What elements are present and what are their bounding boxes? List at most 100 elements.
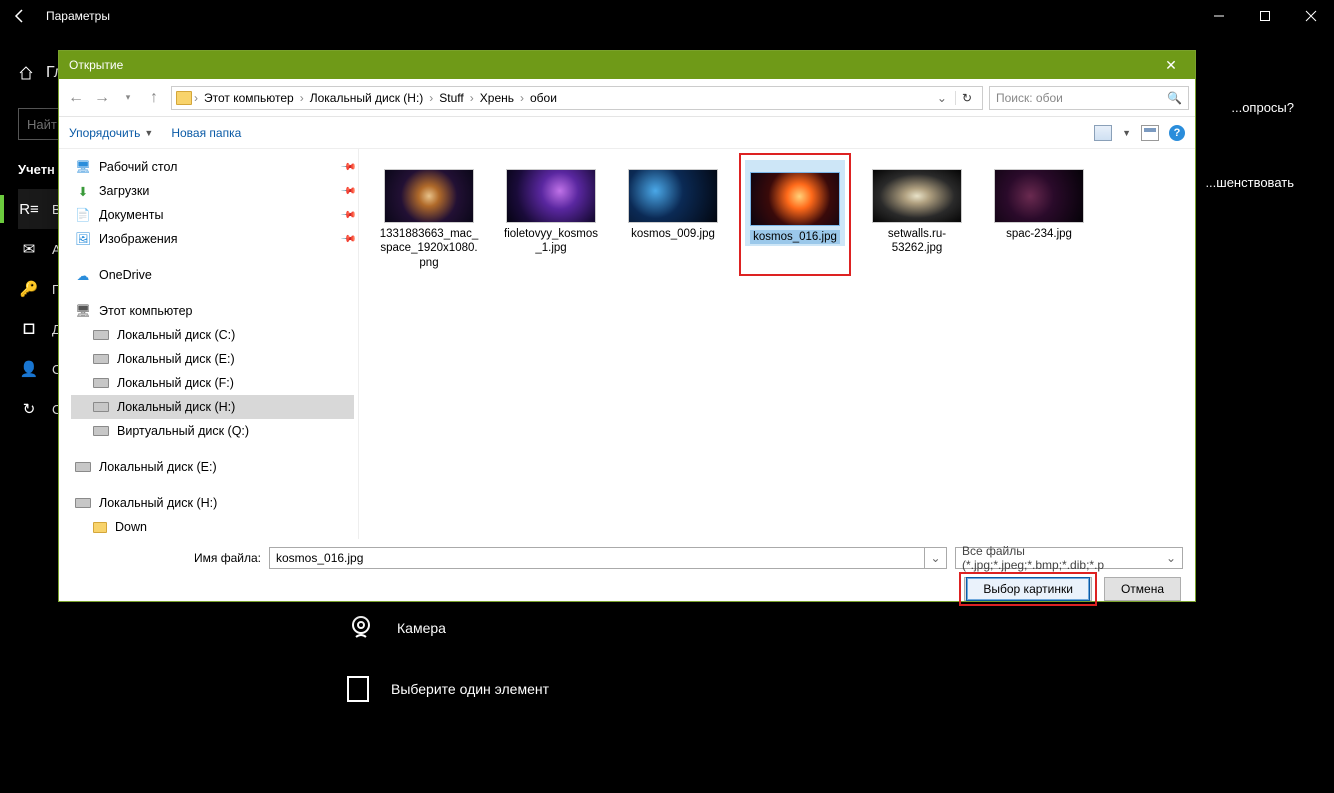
chevron-down-icon: ▼ bbox=[144, 128, 153, 138]
file-name: 1331883663_mac_space_1920x1080.png bbox=[379, 227, 479, 270]
breadcrumb[interactable]: Хрень bbox=[476, 91, 518, 105]
folder-icon bbox=[176, 91, 192, 105]
dialog-titlebar[interactable]: Открытие ✕ bbox=[59, 51, 1195, 79]
tree-item-drive[interactable]: Локальный диск (E:) bbox=[71, 455, 354, 479]
refresh-button[interactable]: ↻ bbox=[955, 91, 978, 105]
tree-item-documents[interactable]: 📄Документы📌 bbox=[71, 203, 354, 227]
tree-label: Локальный диск (E:) bbox=[99, 460, 217, 474]
search-box[interactable]: Поиск: обои 🔍 bbox=[989, 86, 1189, 110]
minimize-button[interactable] bbox=[1196, 0, 1242, 32]
filename-input[interactable] bbox=[269, 547, 925, 569]
improve-link[interactable]: ...шенствовать bbox=[1205, 175, 1294, 190]
dialog-title: Открытие bbox=[69, 58, 123, 72]
tree-item-desktop[interactable]: 🖥Рабочий стол📌 bbox=[71, 155, 354, 179]
open-button[interactable]: Выбор картинки bbox=[966, 577, 1090, 601]
pick-element-label: Выберите один элемент bbox=[391, 681, 549, 697]
home-icon bbox=[18, 65, 34, 81]
breadcrumb[interactable]: обои bbox=[526, 91, 561, 105]
maximize-button[interactable] bbox=[1242, 0, 1288, 32]
pick-element-row[interactable]: Выберите один элемент bbox=[345, 674, 1314, 704]
address-dropdown[interactable]: ⌄ bbox=[931, 91, 953, 105]
address-bar[interactable]: › Этот компьютер › Локальный диск (H:) ›… bbox=[171, 86, 983, 110]
chevron-right-icon[interactable]: › bbox=[194, 91, 198, 105]
drive-icon bbox=[93, 378, 109, 388]
tree-item-downloads[interactable]: ⬇Загрузки📌 bbox=[71, 179, 354, 203]
filetype-select[interactable]: Все файлы (*.jpg;*.jpeg;*.bmp;*.dib;*.p … bbox=[955, 547, 1183, 569]
file-thumbnail bbox=[506, 169, 596, 223]
file-name: setwalls.ru-53262.jpg bbox=[867, 227, 967, 256]
open-button-label: Выбор картинки bbox=[983, 582, 1073, 596]
settings-title: Параметры bbox=[40, 9, 110, 23]
nav-up-button[interactable]: ↑ bbox=[143, 89, 165, 107]
tree-item-drive[interactable]: Локальный диск (H:) bbox=[71, 491, 354, 515]
nav-forward-button[interactable]: → bbox=[91, 89, 113, 107]
tree-item-this-pc[interactable]: 🖥Этот компьютер bbox=[71, 299, 354, 323]
file-item[interactable]: 1331883663_mac_space_1920x1080.png bbox=[379, 159, 479, 270]
file-item[interactable]: kosmos_009.jpg bbox=[623, 159, 723, 270]
chevron-right-icon[interactable]: › bbox=[470, 91, 474, 105]
folder-tree[interactable]: 🖥 Рабочий стол 📌 ⬇Загрузки📌 📄Документы📌 🖼И… bbox=[59, 149, 359, 539]
tree-label: Локальный диск (H:) bbox=[99, 496, 217, 510]
drive-icon bbox=[75, 498, 91, 508]
filetype-label: Все файлы (*.jpg;*.jpeg;*.bmp;*.dib;*.p bbox=[962, 544, 1166, 572]
new-folder-button[interactable]: Новая папка bbox=[171, 126, 241, 140]
file-thumbnail bbox=[872, 169, 962, 223]
file-name: fioletovyy_kosmos_1.jpg bbox=[501, 227, 601, 256]
close-button[interactable] bbox=[1288, 0, 1334, 32]
tree-item-drive[interactable]: Локальный диск (C:) bbox=[71, 323, 354, 347]
filename-field[interactable]: ⌄ bbox=[269, 547, 947, 569]
chevron-right-icon[interactable]: › bbox=[520, 91, 524, 105]
back-button[interactable] bbox=[0, 8, 40, 24]
file-item[interactable]: fioletovyy_kosmos_1.jpg bbox=[501, 159, 601, 270]
tree-label: Down bbox=[115, 520, 147, 534]
tree-item-folder[interactable]: Down bbox=[71, 515, 354, 539]
sync-icon: ↻ bbox=[20, 400, 38, 418]
tree-item-pictures[interactable]: 🖼Изображения📌 bbox=[71, 227, 354, 251]
chevron-down-icon[interactable]: ▼ bbox=[1122, 128, 1131, 138]
tree-label: Рабочий стол bbox=[99, 160, 177, 174]
view-mode-button[interactable] bbox=[1094, 125, 1112, 141]
tree-label: OneDrive bbox=[99, 268, 152, 282]
file-list[interactable]: 1331883663_mac_space_1920x1080.png fiole… bbox=[359, 149, 1195, 539]
chevron-right-icon[interactable]: › bbox=[429, 91, 433, 105]
nav-recent-button[interactable]: ▾ bbox=[117, 92, 139, 103]
filename-label: Имя файла: bbox=[71, 551, 261, 565]
questions-link[interactable]: ...опросы? bbox=[1231, 100, 1294, 115]
tree-item-drive[interactable]: Виртуальный диск (Q:) bbox=[71, 419, 354, 443]
camera-row[interactable]: Камера bbox=[345, 612, 1314, 644]
filename-dropdown[interactable]: ⌄ bbox=[925, 547, 947, 569]
document-icon: 📄 bbox=[75, 208, 91, 223]
mail-icon: ✉ bbox=[20, 240, 38, 258]
breadcrumb[interactable]: Этот компьютер bbox=[200, 91, 298, 105]
file-name: kosmos_009.jpg bbox=[623, 227, 723, 241]
open-button-highlight: Выбор картинки bbox=[964, 577, 1092, 601]
cancel-button[interactable]: Отмена bbox=[1104, 577, 1181, 601]
pin-icon: 📌 bbox=[339, 159, 356, 176]
tree-item-onedrive[interactable]: ☁OneDrive bbox=[71, 263, 354, 287]
rectangle-icon bbox=[345, 674, 371, 704]
file-thumbnail bbox=[994, 169, 1084, 223]
nav-back-button[interactable]: ← bbox=[65, 89, 87, 107]
organize-menu[interactable]: Упорядочить ▼ bbox=[69, 126, 153, 140]
tree-item-drive[interactable]: Локальный диск (F:) bbox=[71, 371, 354, 395]
pc-icon: 🖥 bbox=[75, 304, 91, 319]
pin-icon: 📌 bbox=[339, 207, 356, 224]
help-icon[interactable]: ? bbox=[1169, 125, 1185, 141]
breadcrumb[interactable]: Stuff bbox=[435, 91, 467, 105]
dialog-close-button[interactable]: ✕ bbox=[1157, 57, 1185, 74]
tree-item-drive[interactable]: Локальный диск (E:) bbox=[71, 347, 354, 371]
file-thumbnail bbox=[628, 169, 718, 223]
drive-icon bbox=[93, 426, 109, 436]
chevron-right-icon[interactable]: › bbox=[300, 91, 304, 105]
dialog-body: 🖥 Рабочий стол 📌 ⬇Загрузки📌 📄Документы📌 🖼И… bbox=[59, 149, 1195, 539]
pin-icon: 📌 bbox=[339, 183, 356, 200]
file-thumbnail bbox=[384, 169, 474, 223]
file-item[interactable]: setwalls.ru-53262.jpg bbox=[867, 159, 967, 270]
preview-pane-button[interactable] bbox=[1141, 125, 1159, 141]
drive-icon bbox=[93, 330, 109, 340]
tree-item-drive-selected[interactable]: Локальный диск (H:) bbox=[71, 395, 354, 419]
file-item-selected[interactable]: kosmos_016.jpg bbox=[745, 159, 845, 270]
breadcrumb[interactable]: Локальный диск (H:) bbox=[306, 91, 428, 105]
image-icon: 🖼 bbox=[75, 232, 91, 247]
file-item[interactable]: spac-234.jpg bbox=[989, 159, 1089, 270]
